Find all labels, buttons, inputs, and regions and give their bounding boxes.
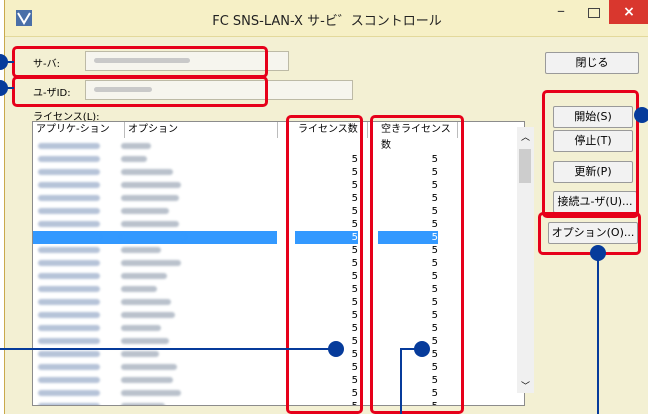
application-cell-blurred (38, 403, 100, 405)
application-cell-blurred (38, 234, 100, 240)
application-cell-blurred (38, 286, 100, 292)
scroll-up-icon[interactable]: ︿ (521, 130, 530, 143)
option-cell-blurred (121, 377, 173, 383)
callout-line-server (0, 61, 14, 63)
application-cell-blurred (38, 273, 100, 279)
server-highlight-box (12, 46, 268, 78)
option-cell-blurred (121, 234, 185, 240)
user-id-highlight-box (12, 76, 268, 107)
callout-line-free-licenses-h (400, 348, 416, 350)
application-cell-blurred (38, 338, 100, 344)
column-header-application[interactable]: アプリケ-ション (33, 122, 125, 138)
close-button[interactable]: 閉じる (545, 52, 639, 74)
minimize-button[interactable]: – (547, 2, 575, 24)
scroll-thumb[interactable] (519, 149, 531, 183)
application-cell-blurred (38, 247, 100, 253)
callout-dot-control-buttons (634, 107, 648, 123)
option-cell-blurred (121, 351, 159, 357)
application-cell-blurred (38, 377, 100, 383)
maximize-button[interactable] (579, 2, 607, 24)
callout-line-user-id (0, 87, 14, 89)
column-header-option[interactable]: オプション (125, 122, 278, 138)
callout-line-free-licenses-v (400, 348, 402, 414)
control-buttons-highlight-box (542, 90, 639, 218)
callout-line-options (597, 258, 599, 414)
option-cell-blurred (121, 273, 167, 279)
option-cell-blurred (121, 143, 151, 149)
options-button-highlight-box (538, 212, 641, 255)
title-bar: FC SNS-LAN-X サ-ビ゛スコントロール – × (5, 0, 648, 37)
callout-line-licenses (0, 348, 330, 350)
application-cell-blurred (38, 299, 100, 305)
option-cell-blurred (121, 182, 181, 188)
application-cell-blurred (38, 221, 100, 227)
option-cell-blurred (121, 195, 179, 201)
list-scrollbar[interactable]: ︿ ﹀ (517, 127, 534, 393)
option-cell-blurred (121, 364, 177, 370)
application-cell-blurred (38, 208, 100, 214)
option-cell-blurred (121, 325, 161, 331)
option-cell-blurred (121, 286, 157, 292)
application-cell-blurred (38, 169, 100, 175)
application-cell-blurred (38, 351, 100, 357)
option-cell-blurred (121, 208, 169, 214)
option-cell-blurred (121, 247, 161, 253)
maximize-icon (588, 8, 600, 18)
scroll-down-icon[interactable]: ﹀ (521, 379, 530, 392)
application-cell-blurred (38, 156, 100, 162)
application-cell-blurred (38, 325, 100, 331)
option-cell-blurred (121, 156, 147, 162)
callout-dot-free-licenses (414, 341, 430, 357)
option-cell-blurred (121, 260, 181, 266)
application-cell-blurred (38, 195, 100, 201)
free-licenses-column-highlight-box (370, 115, 464, 414)
application-cell-blurred (38, 364, 100, 370)
option-cell-blurred (121, 338, 169, 344)
option-cell-blurred (121, 221, 179, 227)
option-cell-blurred (121, 390, 181, 396)
callout-dot-licenses (328, 341, 344, 357)
option-cell-blurred (121, 169, 173, 175)
application-cell-blurred (38, 143, 100, 149)
option-cell-blurred (121, 403, 165, 405)
window-close-button[interactable]: × (609, 0, 648, 24)
application-cell-blurred (38, 390, 100, 396)
option-cell-blurred (121, 312, 175, 318)
application-cell-blurred (38, 260, 100, 266)
application-cell-blurred (38, 312, 100, 318)
licenses-column-highlight-box (286, 115, 363, 414)
option-cell-blurred (121, 299, 171, 305)
application-cell-blurred (38, 182, 100, 188)
